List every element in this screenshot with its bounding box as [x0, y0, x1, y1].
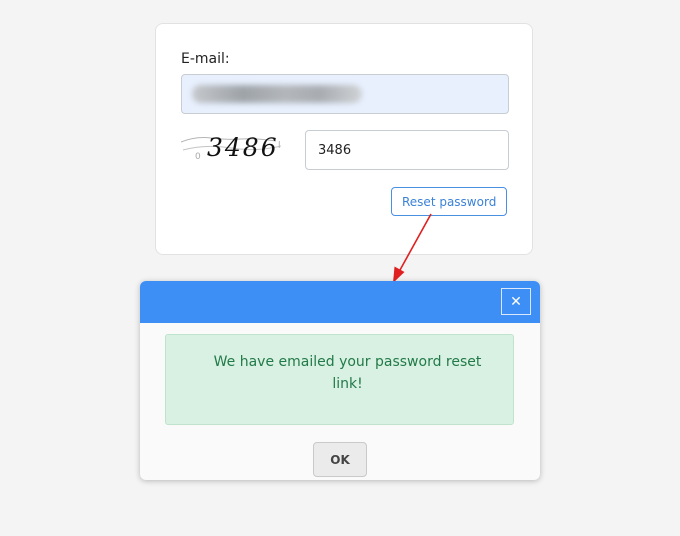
- email-field[interactable]: [181, 74, 509, 114]
- dialog-header: ✕: [140, 281, 540, 323]
- email-label: E-mail:: [181, 51, 230, 67]
- captcha-text: 3486: [207, 133, 279, 162]
- page: E-mail: 0 l 3486 Reset password ✕ We hav…: [0, 0, 680, 536]
- close-button[interactable]: ✕: [501, 288, 531, 315]
- svg-text:0: 0: [195, 152, 201, 162]
- redacted-email-value: [192, 85, 362, 103]
- success-message: We have emailed your password reset link…: [165, 334, 514, 425]
- captcha-image: 0 l 3486: [181, 133, 282, 162]
- reset-password-button[interactable]: Reset password: [391, 187, 508, 216]
- close-icon: ✕: [510, 293, 522, 310]
- reset-password-form: E-mail: 0 l 3486 Reset password: [155, 23, 533, 255]
- ok-button[interactable]: OK: [313, 442, 367, 477]
- success-dialog: ✕ We have emailed your password reset li…: [140, 281, 540, 480]
- captcha-input[interactable]: [305, 130, 509, 170]
